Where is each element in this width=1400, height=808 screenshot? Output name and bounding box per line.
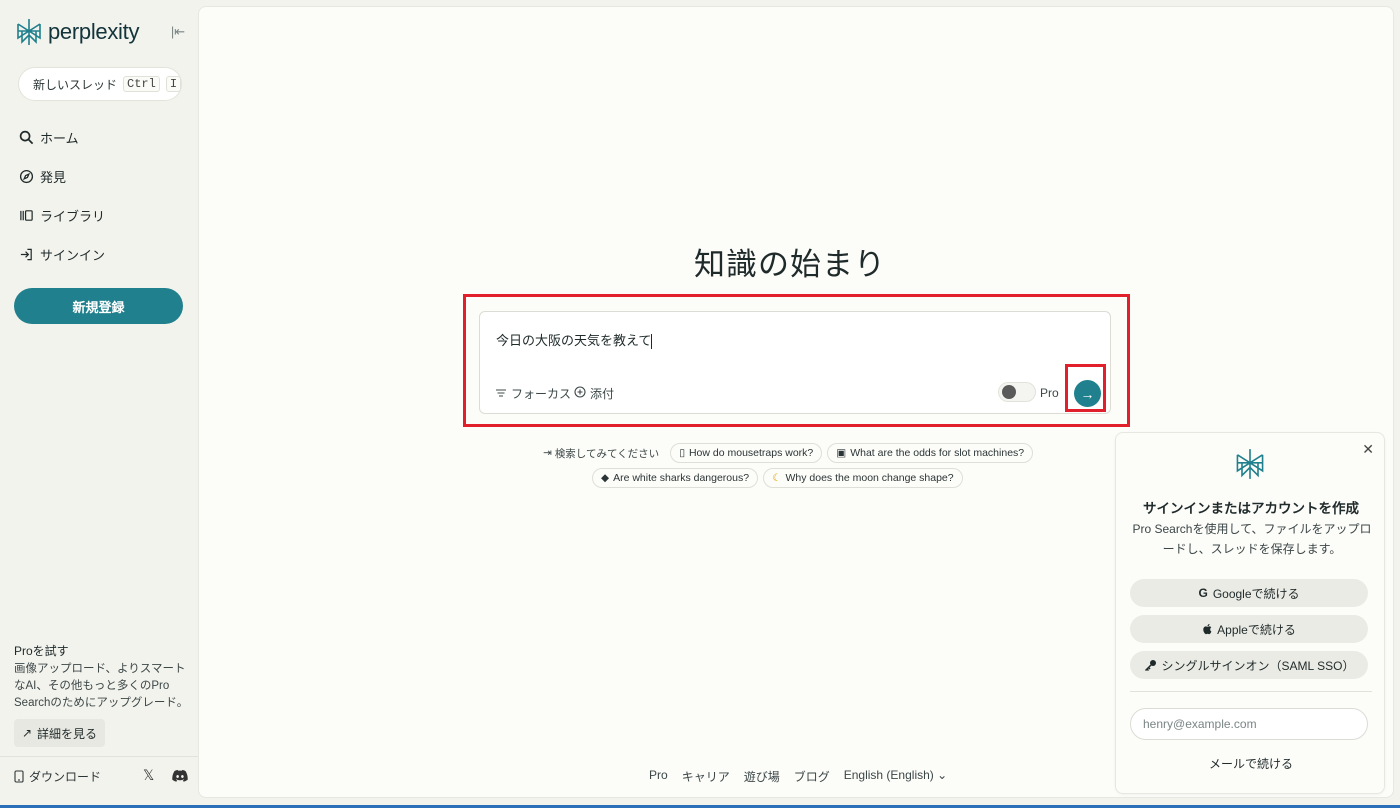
arrow-into-icon: ⇥ xyxy=(543,447,552,459)
search-input[interactable]: 今日の大阪の天気を教えて xyxy=(496,330,996,350)
apple-icon xyxy=(1203,624,1212,635)
card-title: サインインまたはアカウントを作成 xyxy=(1143,501,1359,516)
footer-links: Pro キャリア 遊び場 ブログ English (English) ⌄ xyxy=(649,768,947,785)
sidebar-item-label: ライブラリ xyxy=(40,209,106,224)
slot-machine-icon: ▣ xyxy=(836,447,847,459)
key-icon xyxy=(1144,660,1156,671)
suggestion-row-1: ⇥ 検索してみてください ▯ How do mousetraps work? ▣… xyxy=(537,443,1034,463)
text-caret xyxy=(651,334,653,350)
footer-link-careers[interactable]: キャリア xyxy=(682,768,730,785)
sidebar-item-label: サインイン xyxy=(40,248,106,263)
sidebar-item-label: ホーム xyxy=(40,131,79,146)
filter-icon xyxy=(495,387,507,401)
suggestion-text: Are white sharks dangerous? xyxy=(613,472,750,484)
compass-icon xyxy=(18,169,34,185)
sidebar-item-label: 発見 xyxy=(40,170,67,185)
signin-card: ✕ サインインまたはアカウントを作成 Pro Searchを使用して、ファイルを… xyxy=(1115,432,1385,794)
brand-name: perplexity xyxy=(48,19,140,44)
new-thread-label: 新しいスレッド xyxy=(33,77,118,92)
language-label: English (English) xyxy=(843,768,934,782)
mousetrap-icon: ▯ xyxy=(679,447,685,459)
arrow-up-right-icon: ↗ xyxy=(21,726,33,740)
footer-link-playground[interactable]: 遊び場 xyxy=(744,768,780,785)
suggestion-text: Why does the moon change shape? xyxy=(785,472,954,484)
download-link[interactable]: ダウンロード xyxy=(14,768,101,785)
device-icon xyxy=(14,770,24,783)
footer-link-pro[interactable]: Pro xyxy=(649,768,668,785)
sso-label: シングルサインオン（SAML SSO） xyxy=(1161,658,1355,673)
plus-circle-icon xyxy=(574,386,586,401)
moon-icon: ☾ xyxy=(772,472,782,484)
details-button[interactable]: ↗ 詳細を見る xyxy=(14,719,105,747)
footer-link-blog[interactable]: ブログ xyxy=(794,768,830,785)
email-continue-button[interactable]: メールで続ける xyxy=(1116,755,1386,772)
language-selector[interactable]: English (English) ⌄ xyxy=(844,768,947,785)
search-box: 今日の大阪の天気を教えて フォーカス 添付 Pro → xyxy=(479,311,1111,414)
card-divider xyxy=(1130,691,1372,692)
suggestion-row-2: ◆ Are white sharks dangerous? ☾ Why does… xyxy=(592,468,963,488)
shark-icon: ◆ xyxy=(601,472,610,484)
email-field[interactable] xyxy=(1130,708,1368,740)
sidebar-item-home[interactable]: ホーム xyxy=(18,128,79,147)
discord-icon[interactable] xyxy=(172,769,188,783)
search-input-value: 今日の大阪の天気を教えて xyxy=(496,333,652,348)
details-label: 詳細を見る xyxy=(37,726,98,741)
pro-toggle[interactable] xyxy=(998,382,1036,402)
perplexity-logo-icon xyxy=(17,19,41,45)
brand-logo[interactable]: perplexity xyxy=(16,18,139,46)
apple-signin-button[interactable]: Appleで続ける xyxy=(1130,615,1368,643)
signin-icon xyxy=(18,247,34,263)
pro-promo-desc: 画像アップロード、よりスマートなAI、その他もっと多くのPro Searchのた… xyxy=(14,663,189,709)
suggestion-chip[interactable]: ▣ What are the odds for slot machines? xyxy=(827,443,1034,463)
main-panel: 知識の始まり 今日の大阪の天気を教えて フォーカス 添付 Pro → ⇥ 検索し… xyxy=(198,6,1394,798)
sidebar-item-signin[interactable]: サインイン xyxy=(18,245,105,264)
sidebar-item-library[interactable]: ライブラリ xyxy=(18,206,105,225)
pro-toggle-label: Pro xyxy=(1040,386,1059,400)
collapse-sidebar-icon[interactable]: |⇤ xyxy=(168,22,188,42)
shortcut-ctrl: Ctrl xyxy=(123,76,160,92)
sidebar: perplexity |⇤ 新しいスレッド Ctrl I ホーム 発見 ライブラ… xyxy=(0,0,198,808)
library-icon xyxy=(18,208,34,224)
signup-button[interactable]: 新規登録 xyxy=(14,288,183,324)
suggestion-chip[interactable]: ◆ Are white sharks dangerous? xyxy=(592,468,759,488)
page-title-text: 知識の始まり xyxy=(694,247,886,282)
submit-highlight-box xyxy=(1065,364,1106,412)
suggestion-lead-text: 検索してみてください xyxy=(554,447,660,460)
suggestion-text: What are the odds for slot machines? xyxy=(850,447,1025,459)
x-twitter-icon[interactable]: 𝕏 xyxy=(143,767,154,784)
focus-button[interactable]: フォーカス xyxy=(495,385,571,402)
sidebar-divider xyxy=(0,756,198,757)
apple-label: Appleで続ける xyxy=(1217,622,1296,637)
shortcut-i: I xyxy=(165,76,182,92)
attach-label: 添付 xyxy=(590,387,615,401)
download-label: ダウンロード xyxy=(29,770,102,784)
window-edge xyxy=(1396,0,1400,808)
suggestion-chip[interactable]: ☾ Why does the moon change shape? xyxy=(763,468,963,488)
close-icon[interactable]: ✕ xyxy=(1362,441,1374,458)
perplexity-logo-icon xyxy=(1236,449,1264,479)
attach-button[interactable]: 添付 xyxy=(574,385,614,402)
focus-label: フォーカス xyxy=(511,387,572,401)
suggestion-chip[interactable]: ▯ How do mousetraps work? xyxy=(670,443,823,463)
google-icon: G xyxy=(1198,586,1208,600)
chevron-down-icon: ⌄ xyxy=(937,768,948,782)
sidebar-item-discover[interactable]: 発見 xyxy=(18,167,66,186)
google-signin-button[interactable]: G Googleで続ける xyxy=(1130,579,1368,607)
card-desc: Pro Searchを使用して、ファイルをアップロードし、スレッドを保存します。 xyxy=(1132,522,1372,556)
suggestion-lead: ⇥ 検索してみてください xyxy=(537,446,665,461)
page-title: 知識の始まり xyxy=(199,239,1389,284)
new-thread-button[interactable]: 新しいスレッド Ctrl I xyxy=(18,67,182,101)
suggestion-text: How do mousetraps work? xyxy=(688,447,814,459)
google-label: Googleで続ける xyxy=(1212,586,1300,601)
search-icon xyxy=(18,130,34,146)
pro-promo: Proを試す 画像アップロード、よりスマートなAI、その他もっと多くのPro S… xyxy=(14,642,189,712)
sso-signin-button[interactable]: シングルサインオン（SAML SSO） xyxy=(1130,651,1368,679)
pro-promo-title: Proを試す xyxy=(14,644,69,658)
